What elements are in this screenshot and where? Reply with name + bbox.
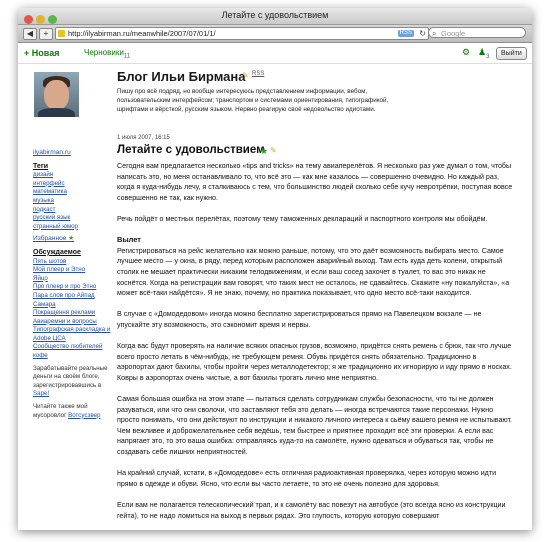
sidebar: ilyabirman.ru Теги дизайн интерфейс матема… — [33, 149, 111, 420]
site-favicon-icon — [58, 30, 65, 37]
tags-heading[interactable]: Теги — [33, 163, 111, 172]
discussed-list: Пять шотов Мой плеер и Этно Яйцо Про плеер … — [33, 258, 111, 361]
discussed-link[interactable]: Сообщество любителей кофе — [33, 343, 111, 360]
page-content: + Новая Черновики11 ⚙ ♟3 Выйти Блог Ильи… — [18, 43, 532, 530]
blog-title[interactable]: Блог Ильи Бирмана — [117, 69, 245, 84]
user-icon: ♟ — [478, 47, 487, 57]
search-icon: ⌕ — [432, 29, 437, 38]
tag-link[interactable]: дизайн — [33, 171, 111, 180]
tag-link[interactable]: русский язык — [33, 214, 111, 223]
discussed-link[interactable]: Пара слов про Айпад — [33, 292, 111, 301]
new-post-link[interactable]: + Новая — [24, 48, 59, 58]
tag-link[interactable]: подкаст — [33, 206, 111, 215]
reload-icon[interactable]: ↻ — [419, 28, 426, 39]
post-paragraph: Речь пойдёт о местных перелётах, поэтому… — [117, 214, 488, 223]
post-paragraph: На крайний случай, кстати, в «Домодедове… — [117, 469, 497, 488]
trashblog-link[interactable]: Вотсусзвер — [68, 412, 100, 419]
sape-note: Зарабатывайте реальные деньги на своём б… — [33, 364, 108, 398]
edit-post-pencil-icon[interactable]: ✎ — [270, 146, 277, 155]
add-bookmark-button[interactable]: + — [39, 28, 53, 40]
author-avatar[interactable] — [34, 72, 79, 117]
users-link[interactable]: ♟3 — [478, 47, 489, 60]
tag-link[interactable]: математика — [33, 188, 111, 197]
browser-toolbar: ◀ + http://ilyabirman.ru/meanwhile/2007/… — [18, 25, 532, 43]
post-paragraph: Регистрироваться на рейс желательно как … — [117, 246, 510, 298]
post-date: 1 июля 2007, 16:15 — [117, 135, 170, 141]
post-paragraph: Когда вас будут проверять на наличие вся… — [117, 342, 512, 382]
post-paragraph: Самая большая ошибка на этом этапе — пыт… — [117, 395, 513, 457]
post-paragraph: Сегодня вам предлагается несколько «tips… — [117, 162, 513, 202]
tag-link[interactable]: музыка — [33, 197, 111, 206]
logout-button[interactable]: Выйти — [496, 47, 527, 60]
discussed-link[interactable]: Пять шотов — [33, 258, 111, 267]
plus-icon: + — [24, 48, 30, 58]
discussed-link[interactable]: Про плеер и про Этно — [33, 283, 111, 292]
post-subheading: Вылет — [117, 235, 141, 245]
post-paragraph: В случае с «Домодедовом» иногда можно бе… — [117, 310, 482, 329]
tag-link[interactable]: странный юмор — [33, 223, 111, 232]
discussed-link[interactable]: Покращення реклами — [33, 309, 111, 318]
discussed-link[interactable]: Типографская раскладка и Adobe ЦСА — [33, 326, 111, 343]
address-bar[interactable]: http://ilyabirman.ru/meanwhile/2007/07/0… — [55, 27, 429, 40]
back-button[interactable]: ◀ — [23, 28, 37, 40]
discussed-heading: Обсуждаемое — [33, 248, 81, 256]
post-title[interactable]: Летайте с удовольствием — [117, 144, 265, 156]
discussed-link[interactable]: Самара — [33, 301, 111, 310]
sape-link[interactable]: Sape! — [33, 390, 49, 397]
discussed-link[interactable]: Мой плеер и Этно — [33, 266, 111, 275]
browser-window: Летайте с удовольствием ◀ + http://ilyab… — [18, 8, 532, 530]
discussed-link[interactable]: Авиаремни и вопросы — [33, 318, 111, 327]
address-url: http://ilyabirman.ru/meanwhile/2007/07/0… — [68, 29, 216, 38]
settings-gear-icon[interactable]: ⚙ — [462, 47, 470, 58]
blog-description: Пишу про всё подряд, но вообще интересую… — [117, 88, 389, 113]
search-field[interactable]: ⌕ Google — [428, 27, 526, 38]
tags-list: дизайн интерфейс математика музыка подкаст ру… — [33, 171, 111, 231]
post-body: Сегодня вам предлагается несколько «tips… — [117, 161, 515, 530]
search-placeholder: Google — [441, 29, 466, 38]
favorites-link[interactable]: Избранное ★ — [33, 235, 111, 244]
discussed-link[interactable]: Яйцо — [33, 275, 111, 284]
blog-admin-bar: + Новая Черновики11 ⚙ ♟3 Выйти — [18, 43, 532, 64]
blog-rss-link[interactable]: RSS — [252, 71, 264, 77]
rss-icon[interactable]: RSS — [397, 30, 414, 37]
window-title: Летайте с удовольствием — [221, 10, 329, 20]
trashblog-note: Читайте также мой мусоровлог Вотсусзвер — [33, 403, 101, 419]
site-link[interactable]: ilyabirman.ru — [33, 149, 111, 158]
title-bar: Летайте с удовольствием — [18, 8, 532, 25]
edit-pencil-icon[interactable]: ✎ — [242, 71, 249, 80]
drafts-link[interactable]: Черновики11 — [84, 48, 130, 60]
star-icon: ★ — [68, 235, 75, 243]
tag-link[interactable]: интерфейс — [33, 180, 111, 189]
post-paragraph: Если вам не полагается телескопический т… — [117, 501, 506, 520]
favorite-star-icon[interactable]: ★ — [260, 146, 268, 157]
